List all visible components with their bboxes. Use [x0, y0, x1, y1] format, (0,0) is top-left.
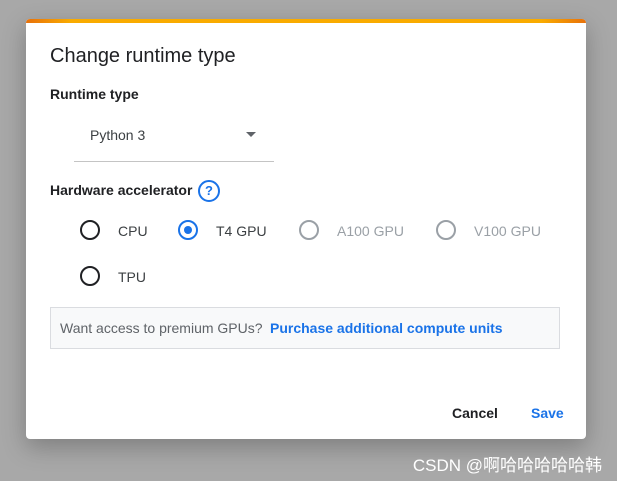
radio-button-icon[interactable] — [80, 220, 100, 240]
premium-gpu-promo: Want access to premium GPUs? Purchase ad… — [50, 307, 560, 349]
radio-label-tpu: TPU — [118, 269, 146, 285]
dialog-title: Change runtime type — [50, 45, 236, 67]
radio-label-t4-gpu: T4 GPU — [216, 223, 267, 239]
radio-button-icon[interactable] — [80, 266, 100, 286]
radio-label-v100-gpu: V100 GPU — [474, 223, 541, 239]
radio-button-disabled-icon — [436, 220, 456, 240]
csdn-watermark: CSDN @啊哈哈哈哈哈韩 — [412, 456, 602, 475]
radio-button-checked-icon[interactable] — [178, 220, 198, 240]
radio-label-a100-gpu: A100 GPU — [337, 223, 404, 239]
radio-button-disabled-icon — [299, 220, 319, 240]
radio-label-cpu: CPU — [118, 223, 148, 239]
runtime-type-label: Runtime type — [50, 86, 139, 102]
runtime-type-selected-value: Python 3 — [90, 127, 146, 143]
save-button[interactable]: Save — [531, 405, 564, 421]
dialog-top-accent-bar — [26, 19, 586, 23]
purchase-compute-units-link[interactable]: Purchase additional compute units — [270, 320, 503, 336]
runtime-type-select[interactable]: Python 3 — [74, 113, 274, 162]
help-circle-icon[interactable]: ? — [198, 180, 220, 202]
cancel-button[interactable]: Cancel — [452, 405, 498, 421]
caret-down-icon — [246, 132, 256, 137]
hardware-accelerator-label: Hardware accelerator — [50, 182, 193, 198]
promo-text: Want access to premium GPUs? — [60, 320, 263, 336]
change-runtime-dialog: Change runtime type Runtime type Python … — [26, 19, 586, 439]
